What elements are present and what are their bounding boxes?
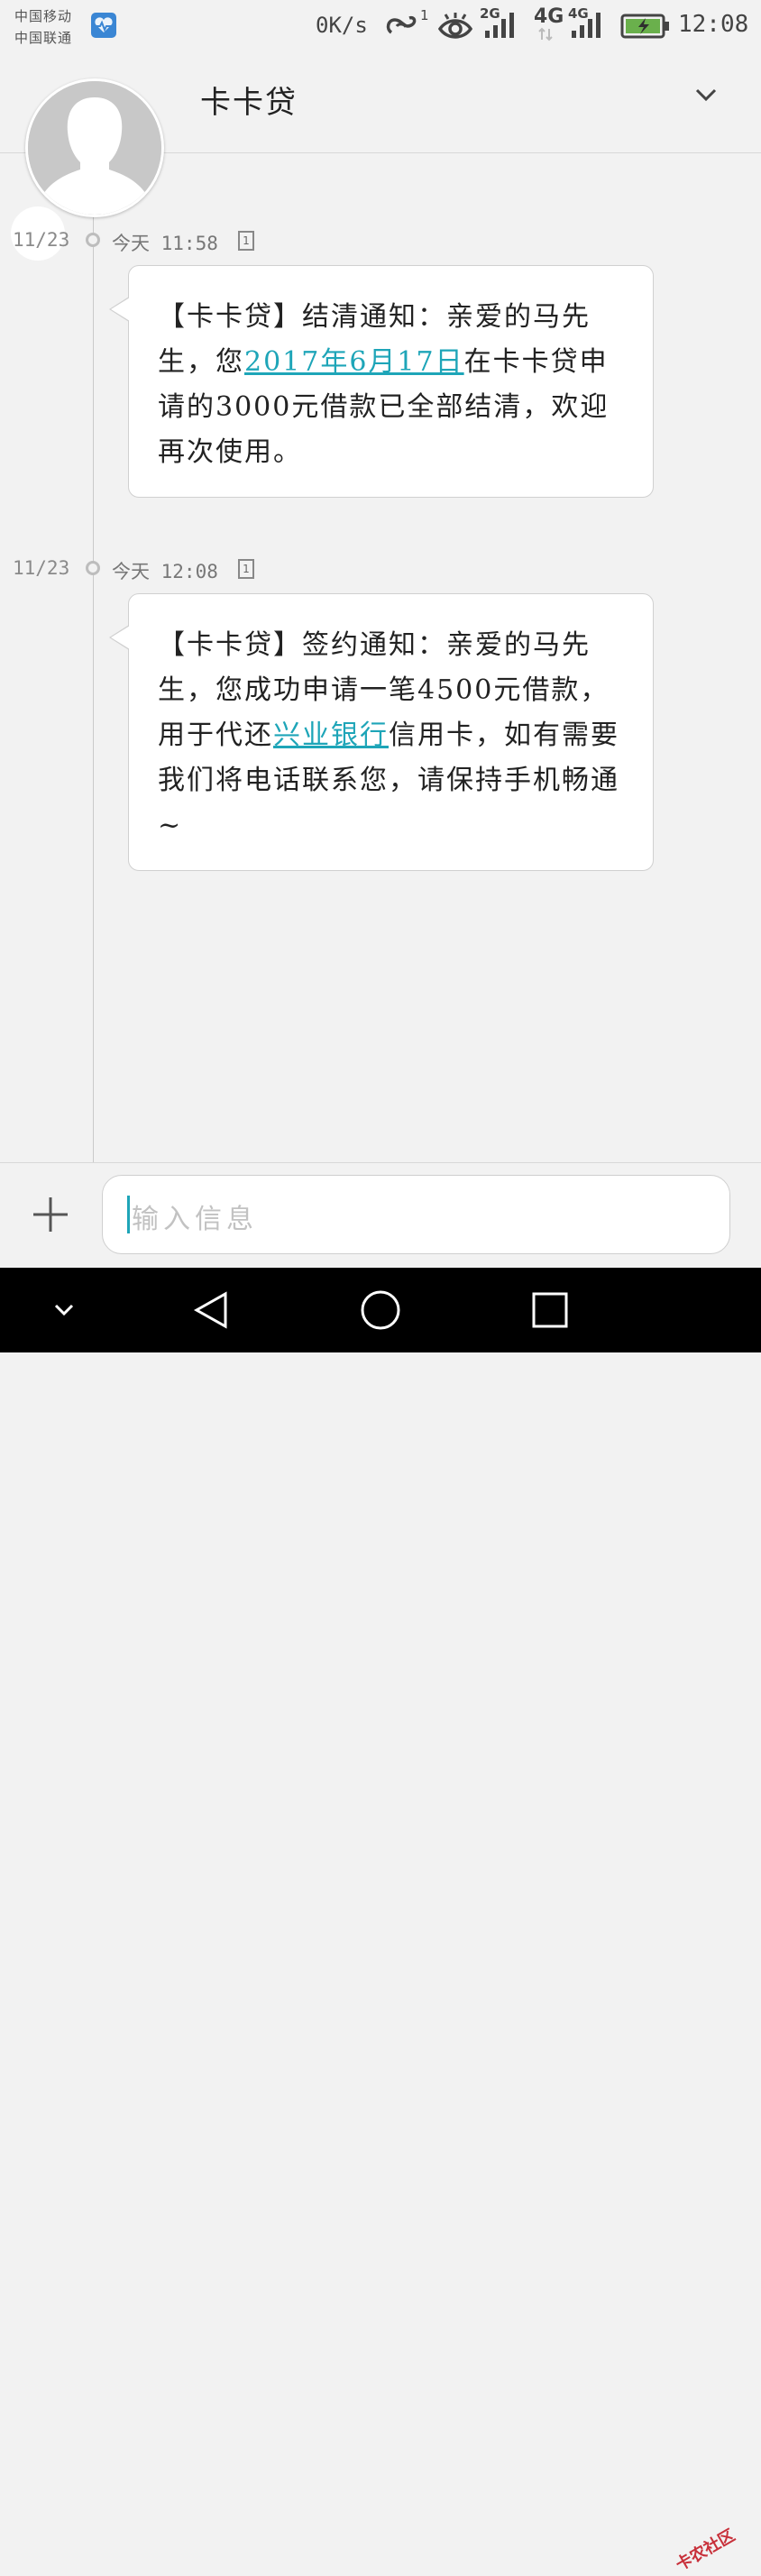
back-icon[interactable] (191, 1268, 231, 1352)
home-icon[interactable] (359, 1268, 402, 1352)
recents-icon[interactable] (530, 1268, 570, 1352)
timeline-dot (86, 561, 100, 575)
carrier-names: 中国移动 中国联通 (14, 5, 72, 49)
message-text: 【卡卡贷】结清通知：亲爱的马先生，您2017年6月17日在卡卡贷申请的3000元… (158, 295, 622, 475)
timeline-line (93, 153, 94, 1163)
contact-name[interactable]: 卡卡贷 (200, 78, 298, 122)
timeline-dot (86, 233, 100, 247)
hide-nav-icon[interactable] (49, 1268, 79, 1352)
navigation-bar: 卡农社区 (0, 1268, 761, 2575)
message-text: 【卡卡贷】签约通知：亲爱的马先生，您成功申请一笔4500元借款，用于代还兴业银行… (158, 623, 622, 848)
signal-icon (572, 13, 601, 38)
signal-icon (485, 13, 514, 38)
hd-call-icon (386, 15, 417, 34)
carrier-1: 中国移动 (14, 8, 73, 24)
network-speed: 0K/s (316, 13, 368, 38)
sim-card-icon: 1 (238, 231, 254, 251)
sim-card-icon: 1 (238, 559, 254, 579)
message-input-placeholder: 输入信息 (132, 1204, 258, 1235)
message-date: 11/23 (13, 229, 70, 251)
message-time: 今天 11:58 (112, 233, 218, 254)
text-cursor (127, 1196, 130, 1233)
message-bubble[interactable]: 【卡卡贷】签约通知：亲爱的马先生，您成功申请一笔4500元借款，用于代还兴业银行… (109, 593, 654, 871)
message-bubble[interactable]: 【卡卡贷】结清通知：亲爱的马先生，您2017年6月17日在卡卡贷申请的3000元… (109, 265, 654, 498)
signal-icon (538, 27, 553, 41)
message-time: 今天 12:08 (112, 561, 218, 582)
bubble-tail (111, 298, 130, 321)
health-app-icon (91, 13, 116, 38)
carrier-2: 中国联通 (14, 30, 73, 46)
eye-comfort-icon (438, 13, 472, 39)
message-date: 11/23 (13, 557, 70, 579)
status-time: 12:08 (678, 11, 749, 38)
plus-icon[interactable] (31, 1195, 70, 1234)
battery-charging-icon (620, 14, 669, 39)
avatar[interactable] (25, 78, 164, 217)
watermark: 卡农社区 (673, 2526, 738, 2575)
bubble-tail (111, 626, 130, 649)
bank-link[interactable]: 兴业银行 (273, 720, 389, 751)
date-link[interactable]: 2017年6月17日 (244, 346, 464, 378)
status-bar: 中国移动 中国联通 0K/s 1 2G 4G 4G 12:08 (0, 0, 761, 56)
chevron-down-icon[interactable] (694, 87, 718, 103)
hd-superscript: 1 (420, 7, 429, 23)
sim2-network-type: 4G (534, 5, 564, 28)
